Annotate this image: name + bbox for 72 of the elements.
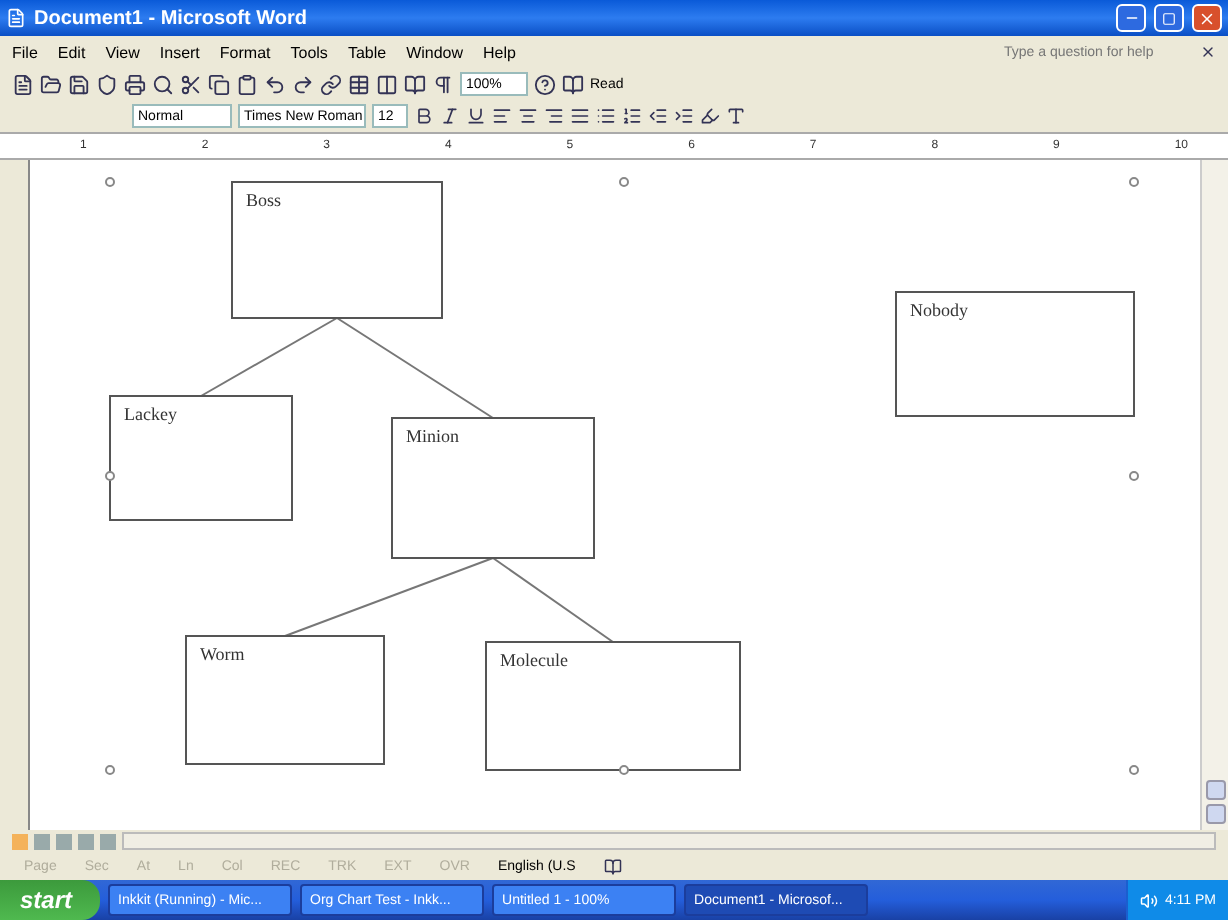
- format-icon[interactable]: [622, 106, 642, 126]
- maximize-button[interactable]: [1154, 4, 1184, 32]
- menu-item[interactable]: Tools: [290, 43, 328, 61]
- org-chart-box[interactable]: [391, 417, 595, 559]
- menu-item[interactable]: Edit: [57, 43, 86, 61]
- word-app-icon: [6, 8, 26, 28]
- format-icon[interactable]: [726, 106, 746, 126]
- close-icon: [1198, 9, 1216, 27]
- maximize-icon: [1162, 11, 1176, 25]
- format-icon[interactable]: [648, 106, 668, 126]
- toolbar-icon[interactable]: [320, 73, 342, 95]
- help-icon[interactable]: [534, 73, 556, 95]
- format-icon[interactable]: [440, 106, 460, 126]
- toolbar-icon[interactable]: [68, 73, 90, 95]
- close-icon[interactable]: [1200, 44, 1216, 60]
- format-icon[interactable]: [544, 106, 564, 126]
- close-button[interactable]: [1192, 4, 1222, 32]
- format-icon[interactable]: [596, 106, 616, 126]
- toolbar-icon[interactable]: [292, 73, 314, 95]
- resize-handle[interactable]: [105, 471, 115, 481]
- format-icon[interactable]: [570, 106, 590, 126]
- speaker-icon[interactable]: [1140, 891, 1159, 909]
- box-label: Molecule: [500, 650, 568, 670]
- spelling-icon: [603, 857, 622, 875]
- org-chart-box[interactable]: [185, 635, 385, 765]
- toolbar-icon[interactable]: [236, 73, 258, 95]
- org-chart-box[interactable]: [109, 395, 293, 521]
- org-chart-box[interactable]: [895, 291, 1135, 417]
- box-label: Boss: [246, 190, 282, 210]
- menu-item[interactable]: Window: [406, 43, 464, 61]
- format-icon[interactable]: [674, 106, 694, 126]
- toolbar-icon[interactable]: [376, 73, 398, 95]
- resize-handle[interactable]: [619, 765, 629, 775]
- horizontal-scrollbar[interactable]: [122, 832, 1216, 850]
- toolbar-icon[interactable]: [40, 73, 62, 95]
- resize-handle[interactable]: [105, 765, 115, 775]
- toolbar-icon[interactable]: [208, 73, 230, 95]
- toolbar-icon[interactable]: [124, 73, 146, 95]
- menu-item[interactable]: Insert: [159, 43, 200, 61]
- menu-item[interactable]: File: [12, 43, 38, 61]
- menu-item[interactable]: Help: [483, 43, 516, 61]
- resize-handle[interactable]: [619, 177, 629, 187]
- toolbar-icon[interactable]: [348, 73, 370, 95]
- format-icon[interactable]: [518, 106, 538, 126]
- window-title: Document1 - Microsoft Word: [34, 7, 309, 29]
- menu-item[interactable]: Format: [219, 43, 271, 61]
- box-label: Nobody: [910, 300, 968, 320]
- connector-line: [200, 317, 338, 397]
- box-label: Minion: [406, 426, 460, 446]
- resize-handle[interactable]: [1129, 471, 1139, 481]
- box-label: Worm: [200, 644, 245, 664]
- toolbar-icon[interactable]: [12, 73, 34, 95]
- pilcrow-icon[interactable]: [432, 73, 454, 95]
- menu-item[interactable]: View: [105, 43, 140, 61]
- toolbar-icon[interactable]: [96, 73, 118, 95]
- format-icon[interactable]: [700, 106, 720, 126]
- format-icon[interactable]: [466, 106, 486, 126]
- box-label: Lackey: [124, 404, 177, 424]
- org-chart-box[interactable]: [231, 181, 443, 319]
- book-icon: [562, 73, 584, 95]
- toolbar-icon[interactable]: [180, 73, 202, 95]
- org-chart-box[interactable]: [485, 641, 741, 771]
- toolbar-icon[interactable]: [264, 73, 286, 95]
- format-icon[interactable]: [492, 106, 512, 126]
- resize-handle[interactable]: [1129, 177, 1139, 187]
- format-icon[interactable]: [414, 106, 434, 126]
- minimize-button[interactable]: [1116, 4, 1146, 32]
- resize-handle[interactable]: [1129, 765, 1139, 775]
- toolbar-icon[interactable]: [404, 73, 426, 95]
- resize-handle[interactable]: [105, 177, 115, 187]
- menu-item[interactable]: Table: [347, 43, 387, 61]
- toolbar-icon[interactable]: [152, 73, 174, 95]
